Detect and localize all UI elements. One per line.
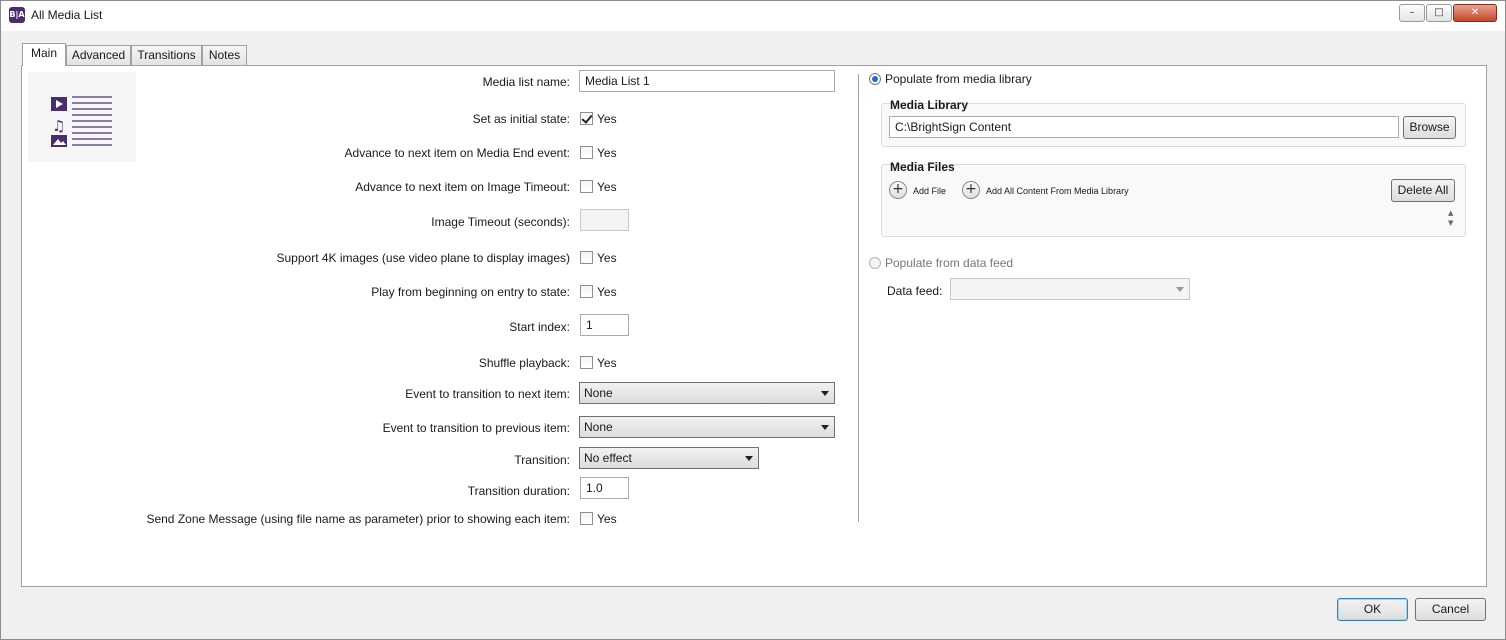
media-list-icon: ♫ — [51, 96, 112, 147]
transition-value: No effect — [584, 451, 632, 465]
send-zone-message-checkbox[interactable] — [580, 512, 593, 525]
send-zone-message-yes: Yes — [597, 512, 617, 526]
shuffle-yes: Yes — [597, 356, 617, 370]
play-from-beginning-yes: Yes — [597, 285, 617, 299]
populate-library-label: Populate from media library — [885, 72, 1032, 86]
support-4k-yes: Yes — [597, 251, 617, 265]
populate-feed-label: Populate from data feed — [885, 256, 1014, 270]
media-library-group: Media Library C:\BrightSign Content Brow… — [881, 98, 1466, 147]
shuffle-label: Shuffle playback: — [478, 356, 570, 370]
play-from-beginning-label: Play from beginning on entry to state: — [371, 285, 570, 299]
tab-main[interactable]: Main — [22, 43, 66, 66]
transition-duration-label: Transition duration: — [467, 484, 570, 498]
media-files-title: Media Files — [890, 160, 955, 174]
image-timeout-input[interactable] — [580, 209, 629, 231]
data-feed-select[interactable] — [950, 278, 1190, 300]
app-icon: B|A — [9, 7, 25, 23]
chevron-down-icon — [1176, 287, 1184, 292]
media-library-title: Media Library — [890, 98, 969, 112]
send-zone-message-label: Send Zone Message (using file name as pa… — [146, 512, 570, 526]
start-index-label: Start index: — [509, 320, 570, 334]
tab-notes[interactable]: Notes — [202, 45, 247, 65]
add-file-button[interactable]: Add File — [913, 186, 946, 196]
window-title: All Media List — [31, 8, 103, 22]
data-feed-label: Data feed: — [887, 284, 943, 298]
minimize-button[interactable]: – — [1399, 4, 1425, 22]
add-file-icon[interactable]: + — [889, 181, 907, 199]
browse-button[interactable]: Browse — [1403, 116, 1456, 139]
advance-media-end-checkbox[interactable] — [580, 146, 593, 159]
advance-media-end-label: Advance to next item on Media End event: — [344, 146, 570, 160]
ok-button[interactable]: OK — [1337, 598, 1408, 621]
shuffle-checkbox[interactable] — [580, 356, 593, 369]
chevron-down-icon — [745, 456, 753, 461]
prev-event-select[interactable]: None — [579, 416, 835, 438]
advance-image-timeout-label: Advance to next item on Image Timeout: — [355, 180, 570, 194]
initial-state-label: Set as initial state: — [472, 112, 570, 126]
initial-state-checkbox[interactable] — [580, 112, 593, 125]
svg-text:♫: ♫ — [52, 117, 65, 135]
add-all-content-icon[interactable]: + — [962, 181, 980, 199]
media-list-name-label: Media list name: — [482, 75, 570, 89]
media-list-dialog: B|A All Media List – □ ✕ Main Advanced T… — [0, 0, 1506, 640]
advance-image-timeout-yes: Yes — [597, 180, 617, 194]
vertical-divider — [858, 74, 859, 522]
transition-duration-input[interactable]: 1.0 — [580, 477, 629, 499]
prev-event-label: Event to transition to previous item: — [382, 421, 570, 435]
advance-media-end-yes: Yes — [597, 146, 617, 160]
advance-image-timeout-checkbox[interactable] — [580, 180, 593, 193]
populate-feed-radio[interactable] — [869, 257, 881, 269]
scroll-down-icon[interactable]: ▼ — [1448, 219, 1453, 227]
initial-state-yes: Yes — [597, 112, 617, 126]
media-list-thumbnail: ♫ — [28, 72, 136, 162]
add-all-content-button[interactable]: Add All Content From Media Library — [986, 186, 1129, 196]
chevron-down-icon — [821, 425, 829, 430]
populate-library-radio[interactable] — [869, 73, 881, 85]
tab-advanced[interactable]: Advanced — [66, 45, 131, 65]
delete-all-button[interactable]: Delete All — [1391, 179, 1455, 202]
close-button[interactable]: ✕ — [1453, 4, 1497, 22]
main-panel: ♫ Media list name: Media List 1 Set as i… — [21, 65, 1487, 587]
title-bar: B|A All Media List – □ ✕ — [1, 1, 1505, 31]
transition-select[interactable]: No effect — [579, 447, 759, 469]
media-files-group: Media Files + Add File + Add All Content… — [881, 160, 1466, 237]
prev-event-value: None — [584, 420, 613, 434]
support-4k-checkbox[interactable] — [580, 251, 593, 264]
tab-transitions[interactable]: Transitions — [131, 45, 202, 65]
play-from-beginning-checkbox[interactable] — [580, 285, 593, 298]
maximize-button[interactable]: □ — [1426, 4, 1452, 22]
chevron-down-icon — [821, 391, 829, 396]
scroll-up-icon[interactable]: ▲ — [1448, 209, 1453, 217]
support-4k-label: Support 4K images (use video plane to di… — [276, 251, 571, 265]
media-list-name-input[interactable]: Media List 1 — [579, 70, 835, 92]
media-library-path-input[interactable]: C:\BrightSign Content — [889, 116, 1399, 138]
transition-label: Transition: — [514, 453, 570, 467]
next-event-value: None — [584, 386, 613, 400]
next-event-label: Event to transition to next item: — [405, 387, 570, 401]
image-timeout-label: Image Timeout (seconds): — [431, 215, 570, 229]
start-index-input[interactable]: 1 — [580, 314, 629, 336]
next-event-select[interactable]: None — [579, 382, 835, 404]
cancel-button[interactable]: Cancel — [1415, 598, 1486, 621]
